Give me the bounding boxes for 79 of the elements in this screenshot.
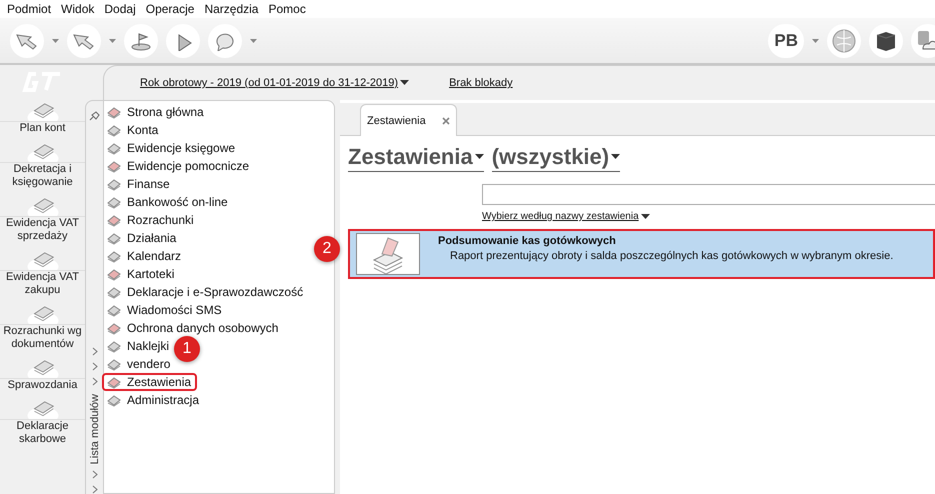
module-icon [106, 285, 122, 299]
module-icon [106, 141, 122, 155]
toolbar-button[interactable] [67, 24, 101, 58]
module-item[interactable]: Deklaracje i e-Sprawozdawczość [102, 283, 310, 301]
toolbar-button[interactable] [166, 24, 200, 58]
shortcut-button[interactable]: Rozrachunki wg dokumentów [0, 300, 85, 351]
module-item[interactable]: Rozrachunki [102, 211, 200, 229]
report-description: Raport prezentujący obroty i salda poszczególnych kas gotówkowych w wybranym okresie. [449, 250, 894, 262]
pin-icon [89, 111, 100, 121]
shortcut-button[interactable]: Deklaracje skarbowe [0, 395, 85, 446]
module-item[interactable]: Zestawienia [102, 373, 198, 391]
menu-item[interactable]: Dodaj [101, 2, 143, 16]
fiscal-year-link[interactable]: Rok obrotowy - 2019 (od 01-01-2019 do 31-12-2019) [140, 77, 410, 89]
module-item[interactable]: Naklejki [102, 337, 176, 355]
shortcut-button[interactable]: Plan kont [0, 97, 85, 135]
close-icon[interactable] [442, 116, 450, 124]
module-item[interactable]: Bankowość on-line [102, 193, 234, 211]
module-icon [106, 339, 122, 353]
module-icon [106, 105, 122, 119]
module-icon [106, 393, 122, 407]
caret-icon[interactable] [250, 38, 257, 42]
toolbar-button[interactable] [124, 24, 158, 58]
panel-title: Lista modułów [88, 394, 100, 464]
shortcut-button[interactable]: Ewidencja VAT zakupu [0, 246, 85, 297]
module-icon [106, 375, 122, 389]
module-icon [106, 177, 122, 191]
caret-icon[interactable] [812, 38, 819, 42]
module-item[interactable]: Konta [102, 121, 164, 139]
toolbar-button[interactable] [869, 24, 903, 58]
shortcut-button[interactable]: Ewidencja VAT sprzedaży [0, 192, 85, 243]
module-item[interactable]: Kartoteki [102, 265, 180, 283]
filter-dropdown[interactable]: (wszystkie) [492, 144, 620, 172]
menu-item[interactable]: Operacje [142, 2, 202, 16]
menu-item[interactable]: Narzędzia [201, 2, 266, 16]
module-icon [106, 303, 122, 317]
shortcut-button[interactable]: Dekretacja i księgowanie [0, 138, 85, 189]
menu-item[interactable]: Pomoc [265, 2, 313, 16]
caret-icon[interactable] [52, 38, 59, 42]
flag-icon [129, 30, 153, 50]
menu-item[interactable]: Podmiot [4, 2, 58, 16]
toolbar-button[interactable] [10, 24, 44, 58]
caret-icon [640, 214, 650, 220]
tab[interactable]: Zestawienia [360, 104, 457, 136]
module-icon [106, 195, 122, 209]
module-item[interactable]: vendero [102, 355, 176, 373]
module-icon [106, 267, 122, 281]
caret-icon [400, 80, 410, 86]
module-icon [106, 213, 122, 227]
module-item[interactable]: Strona główna [102, 103, 210, 121]
toolbar-button[interactable] [911, 24, 935, 58]
module-item[interactable]: Ewidencje pomocnicze [102, 157, 256, 175]
module-icon [106, 231, 122, 245]
sort-link[interactable]: Wybierz według nazwy zestawienia [482, 211, 650, 222]
cloud-icon [915, 28, 935, 52]
module-item[interactable]: Kalendarz [102, 247, 188, 265]
module-icon [106, 249, 122, 263]
globe-icon [831, 28, 857, 54]
module-icon [106, 159, 122, 173]
module-item[interactable]: Działania [102, 229, 182, 247]
category-dropdown[interactable]: Zestawienia [348, 144, 484, 172]
module-item[interactable]: Wiadomości SMS [102, 301, 228, 319]
menu-item[interactable]: Widok [58, 2, 102, 16]
module-icon [106, 357, 122, 371]
caret-icon[interactable] [109, 38, 116, 42]
toolbar-button[interactable] [208, 24, 242, 58]
module-icon [106, 123, 122, 137]
user-badge[interactable]: PB [768, 24, 804, 58]
lock-status-link[interactable]: Brak blokady [449, 77, 513, 89]
module-item[interactable]: Finanse [102, 175, 176, 193]
module-icon [106, 321, 122, 335]
module-item[interactable]: Ewidencje księgowe [102, 139, 242, 157]
search-field[interactable] [482, 184, 935, 205]
report-row[interactable]: Podsumowanie kas gotówkowych Raport prezentujący obroty i salda poszczególnych kas gotówkowych w wybranym okresie. [348, 229, 935, 279]
report-title: Podsumowanie kas gotówkowych [438, 235, 617, 247]
module-item[interactable]: Ochrona danych osobowych [102, 319, 284, 337]
shortcut-button[interactable]: Sprawozdania [0, 354, 85, 392]
module-item[interactable]: Administracja [102, 391, 206, 409]
caret-icon [474, 154, 484, 160]
caret-icon [611, 154, 620, 160]
